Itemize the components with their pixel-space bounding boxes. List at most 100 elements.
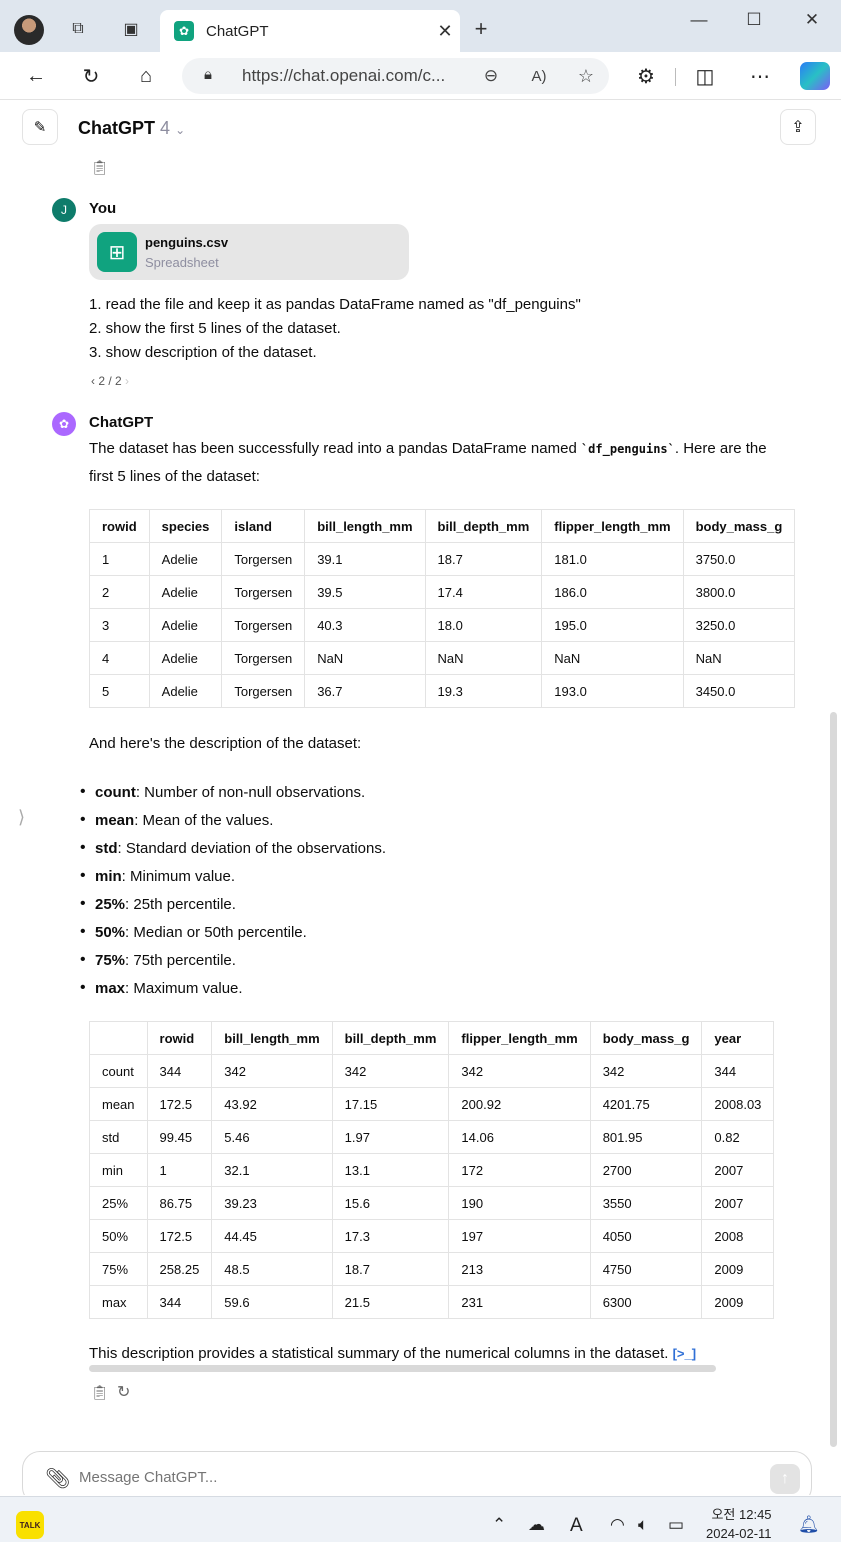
- chatgpt-page: ✎ ChatGPT 4 ⌄ ⇪ 📋︎ J You ⊞ penguins.csv …: [4, 100, 838, 1495]
- minimize-icon[interactable]: —: [686, 10, 712, 32]
- table-cell: 25%: [89, 1186, 148, 1220]
- table-cell: std: [89, 1120, 148, 1154]
- list-text: : Minimum value.: [121, 867, 236, 885]
- table-row: max 344 59.6 21.5 231 6300 2009: [89, 1285, 775, 1319]
- sidebar-toggle-icon[interactable]: ⟩: [18, 807, 25, 828]
- bullet-icon: •: [80, 951, 86, 968]
- split-screen-icon[interactable]: ◫: [691, 62, 719, 90]
- table-scrollbar[interactable]: [89, 1365, 716, 1372]
- list-text: : Standard deviation of the observations…: [117, 839, 387, 857]
- column-header: bill_length_mm: [211, 1021, 333, 1055]
- page-scrollbar[interactable]: [830, 712, 837, 1447]
- kakaotalk-icon[interactable]: TALK: [16, 1511, 44, 1539]
- battery-icon[interactable]: ▭: [668, 1515, 684, 1535]
- model-selector[interactable]: ChatGPT 4 ⌄: [78, 118, 185, 139]
- bullet-icon: •: [80, 811, 86, 828]
- workspaces-icon[interactable]: ⧉: [67, 18, 89, 40]
- file-name: penguins.csv: [145, 235, 229, 250]
- notification-bell-icon[interactable]: 🔔︎: [798, 1515, 820, 1535]
- table-cell: 99.45: [146, 1120, 213, 1154]
- profile-avatar[interactable]: [14, 15, 44, 45]
- chevron-right-icon[interactable]: ›: [125, 374, 129, 388]
- new-chat-button[interactable]: ✎: [22, 109, 58, 145]
- browser-tab[interactable]: ✿ ChatGPT ✕: [160, 10, 460, 52]
- share-button[interactable]: ⇪: [780, 109, 816, 145]
- favorite-icon[interactable]: ☆: [563, 66, 609, 87]
- table-cell: 342: [211, 1054, 333, 1088]
- table-cell: 342: [331, 1054, 450, 1088]
- table-cell: 193.0: [541, 674, 684, 708]
- table-cell: 5: [89, 674, 150, 708]
- home-icon[interactable]: ⌂: [132, 62, 160, 90]
- message-composer: 📎︎ ↑: [22, 1451, 812, 1495]
- description-intro: And here's the description of the datase…: [89, 735, 362, 752]
- close-tab-icon[interactable]: ✕: [430, 21, 460, 42]
- address-bar-row: ← ↻ ⌂ 🔒︎ https://chat.openai.com/c... ⊖ …: [0, 52, 841, 100]
- send-button[interactable]: ↑: [770, 1464, 800, 1494]
- table-cell: 0.82: [701, 1120, 775, 1154]
- table-cell: 342: [589, 1054, 703, 1088]
- column-header: [89, 1021, 148, 1055]
- regenerate-icon[interactable]: ↻: [117, 1382, 130, 1402]
- table-cell: 181.0: [541, 542, 684, 576]
- table-cell: 40.3: [304, 608, 426, 642]
- table-cell: 2009: [701, 1285, 775, 1319]
- file-attachment[interactable]: ⊞ penguins.csv Spreadsheet: [89, 224, 409, 280]
- list-text: : 75th percentile.: [125, 951, 236, 969]
- list-item: • count: Number of non-null observations.: [80, 778, 386, 806]
- wifi-icon[interactable]: ◠: [610, 1515, 625, 1535]
- list-item: • 25%: 25th percentile.: [80, 890, 386, 918]
- zoom-icon[interactable]: ⊖: [467, 66, 515, 86]
- url-field[interactable]: 🔒︎ https://chat.openai.com/c... ⊖ A) ☆: [182, 58, 609, 94]
- table-cell: 190: [448, 1186, 591, 1220]
- table-cell: 3450.0: [682, 674, 796, 708]
- extensions-icon[interactable]: ⚙: [632, 62, 660, 90]
- table-row: 3 Adelie Torgersen 40.3 18.0 195.0 3250.0: [89, 608, 796, 642]
- table-cell: 17.3: [331, 1219, 450, 1253]
- list-term: min: [95, 867, 122, 885]
- code-link-icon[interactable]: [>_]: [673, 1346, 696, 1361]
- table-cell: 258.25: [146, 1252, 213, 1286]
- table-cell: 231: [448, 1285, 591, 1319]
- lock-icon[interactable]: 🔒︎: [204, 66, 212, 83]
- copy-icon[interactable]: 📋︎: [91, 1384, 109, 1401]
- table-cell: Adelie: [148, 575, 223, 609]
- table-cell: 342: [448, 1054, 591, 1088]
- table-cell: NaN: [304, 641, 426, 675]
- show-hidden-icons-icon[interactable]: ⌃: [492, 1515, 506, 1535]
- message-input[interactable]: [79, 1469, 679, 1486]
- table-cell: 3800.0: [682, 575, 796, 609]
- close-window-icon[interactable]: ✕: [799, 10, 825, 32]
- arrow-up-icon: ↑: [781, 1470, 789, 1487]
- user-message-line: 1. read the file and keep it as pandas D…: [89, 296, 581, 313]
- read-aloud-icon[interactable]: A): [515, 68, 563, 85]
- table-cell: min: [89, 1153, 148, 1187]
- system-clock[interactable]: 오전 12:45 2024-02-11: [706, 1505, 772, 1543]
- bullet-icon: •: [80, 979, 86, 996]
- more-icon[interactable]: ⋯: [746, 62, 774, 90]
- table-cell: Torgersen: [221, 542, 306, 576]
- refresh-icon[interactable]: ↻: [77, 62, 105, 90]
- assistant-intro-line2: first 5 lines of the dataset:: [89, 468, 260, 485]
- back-icon[interactable]: ←: [22, 62, 50, 90]
- intro-text-after: . Here are the: [674, 440, 767, 457]
- maximize-icon[interactable]: ☐: [741, 10, 767, 32]
- tab-actions-icon[interactable]: ▣: [120, 18, 142, 40]
- onedrive-icon[interactable]: ☁: [528, 1515, 545, 1535]
- copilot-icon[interactable]: [800, 62, 830, 90]
- volume-icon[interactable]: 🔈︎: [638, 1515, 648, 1535]
- table-cell: 75%: [89, 1252, 148, 1286]
- table-cell: 195.0: [541, 608, 684, 642]
- list-term: max: [95, 979, 126, 997]
- ime-indicator[interactable]: A: [570, 1515, 583, 1537]
- column-header: species: [148, 509, 223, 543]
- table-row: 25% 86.75 39.23 15.6 190 3550 2007: [89, 1186, 775, 1220]
- table-cell: 3: [89, 608, 150, 642]
- table-cell: 2008.03: [701, 1087, 775, 1121]
- copy-icon[interactable]: 📋︎: [91, 159, 109, 176]
- toolbar-divider: [675, 68, 676, 86]
- new-tab-icon[interactable]: +: [470, 16, 492, 41]
- chevron-left-icon[interactable]: ‹: [91, 374, 95, 388]
- edit-icon: ✎: [33, 119, 47, 136]
- attach-icon[interactable]: 📎︎: [45, 1466, 70, 1491]
